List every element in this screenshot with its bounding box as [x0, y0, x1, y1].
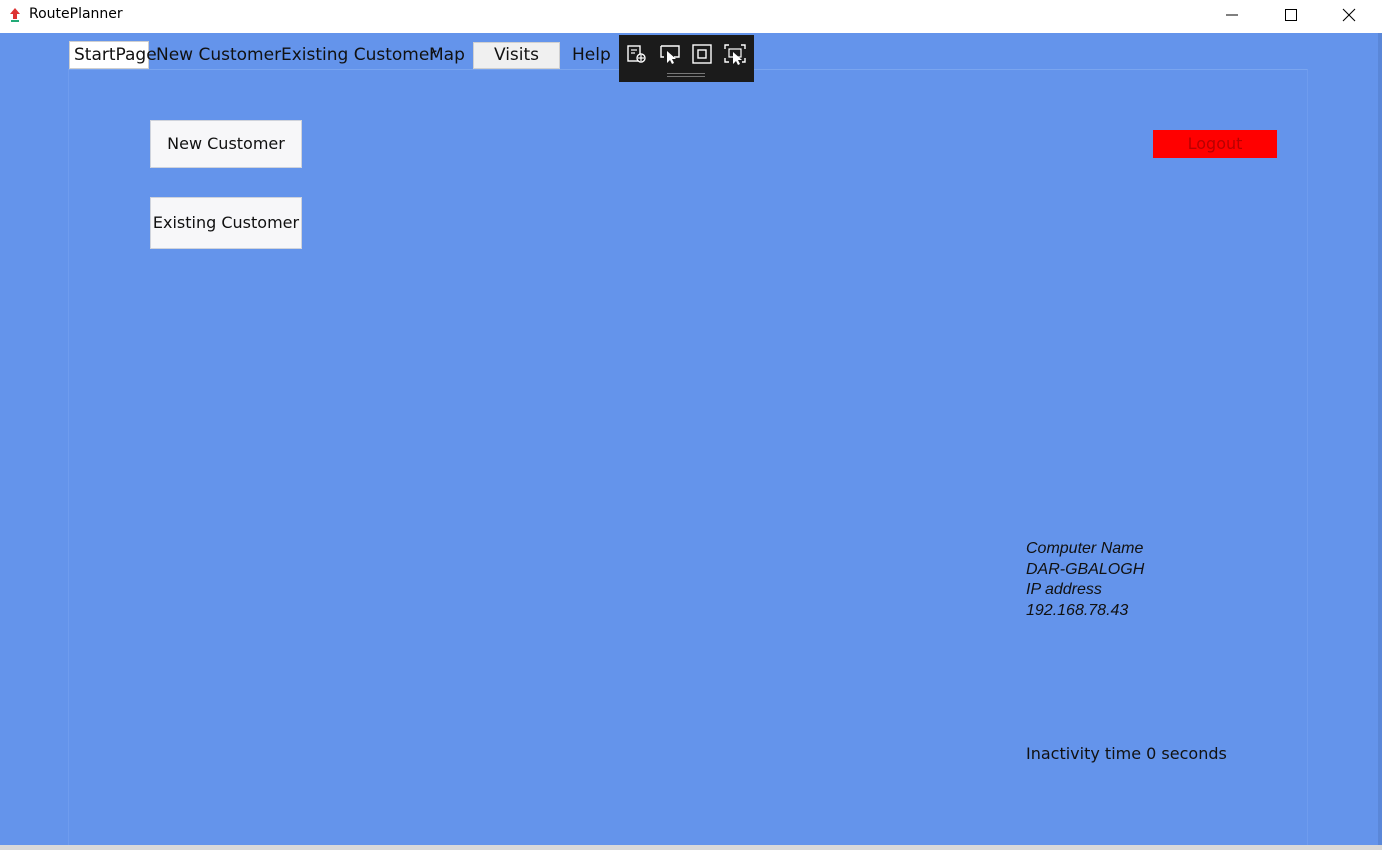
existing-customer-button[interactable]: Existing Customer — [150, 197, 302, 249]
track-focused-element-icon[interactable] — [723, 43, 747, 65]
window-title: RoutePlanner — [29, 6, 123, 22]
debug-toolbar — [619, 35, 754, 82]
ip-address-label: IP address — [1026, 581, 1102, 598]
window-edge — [1378, 33, 1382, 845]
tab-startpage[interactable]: StartPage — [69, 41, 157, 69]
maximize-icon — [1285, 9, 1297, 21]
computer-name-label: Computer Name — [1026, 540, 1144, 557]
minimize-icon — [1226, 14, 1238, 16]
computer-info: Computer Name DAR-GBALOGH IP address 192… — [1026, 539, 1144, 621]
window-bottom-edge — [0, 845, 1382, 850]
minimize-button[interactable] — [1203, 0, 1261, 30]
new-customer-button[interactable]: New Customer — [150, 120, 302, 168]
close-icon — [1342, 8, 1356, 22]
live-visual-tree-icon[interactable] — [625, 43, 649, 65]
inactivity-status: Inactivity time 0 seconds — [1026, 744, 1227, 763]
tab-existing-customer[interactable]: Existing Customer — [281, 40, 436, 70]
close-button[interactable] — [1320, 0, 1378, 30]
tab-help[interactable]: Help — [572, 40, 611, 70]
computer-name-value: DAR-GBALOGH — [1026, 560, 1145, 578]
app-icon — [10, 8, 20, 22]
tab-map[interactable]: Map — [429, 40, 465, 70]
title-bar: RoutePlanner — [0, 0, 1382, 33]
display-layout-adorners-icon[interactable] — [690, 43, 714, 65]
tab-new-customer[interactable]: New Customer — [156, 40, 281, 70]
logout-button[interactable]: Logout — [1153, 130, 1277, 158]
maximize-button[interactable] — [1262, 0, 1320, 30]
tab-visits[interactable]: Visits — [473, 42, 560, 69]
select-element-icon[interactable] — [658, 43, 682, 65]
ip-address-value: 192.168.78.43 — [1026, 601, 1129, 619]
tab-content-frame — [68, 69, 1308, 845]
toolbar-grip[interactable] — [667, 73, 705, 77]
